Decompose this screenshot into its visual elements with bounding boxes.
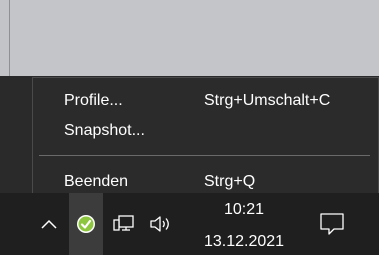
tray-context-menu: Profile... Strg+Umschalt+C Snapshot... B… — [32, 77, 379, 201]
notification-center-button[interactable] — [314, 193, 350, 255]
volume-icon — [150, 216, 169, 232]
clock-date: 13.12.2021 — [203, 233, 285, 250]
network-icon — [113, 215, 134, 231]
menu-item-beenden[interactable]: Beenden Strg+Q — [33, 169, 378, 195]
clock-button[interactable]: 10:21 13.12.2021 — [190, 197, 298, 255]
menu-item-snapshot[interactable]: Snapshot... — [33, 118, 378, 144]
screen: Profile... Strg+Umschalt+C Snapshot... B… — [0, 0, 379, 255]
taskbar: 10:21 13.12.2021 — [0, 193, 379, 255]
menu-item-label: Snapshot... — [64, 122, 145, 139]
clock-time: 10:21 — [223, 201, 265, 218]
background-window-surface — [10, 0, 379, 76]
menu-separator — [39, 155, 370, 156]
app-check-icon — [77, 215, 95, 233]
notification-icon — [320, 213, 344, 235]
menu-item-shortcut: Strg+Umschalt+C — [204, 92, 331, 109]
tray-app-button[interactable] — [69, 193, 103, 255]
menu-item-profile[interactable]: Profile... Strg+Umschalt+C — [33, 88, 378, 114]
menu-item-shortcut: Strg+Q — [204, 173, 256, 190]
chevron-up-icon — [41, 219, 57, 229]
network-button[interactable] — [107, 193, 141, 255]
menu-item-label: Profile... — [64, 92, 123, 109]
show-hidden-icons-button[interactable] — [34, 193, 64, 255]
volume-button[interactable] — [144, 193, 180, 255]
menu-item-label: Beenden — [64, 173, 129, 190]
